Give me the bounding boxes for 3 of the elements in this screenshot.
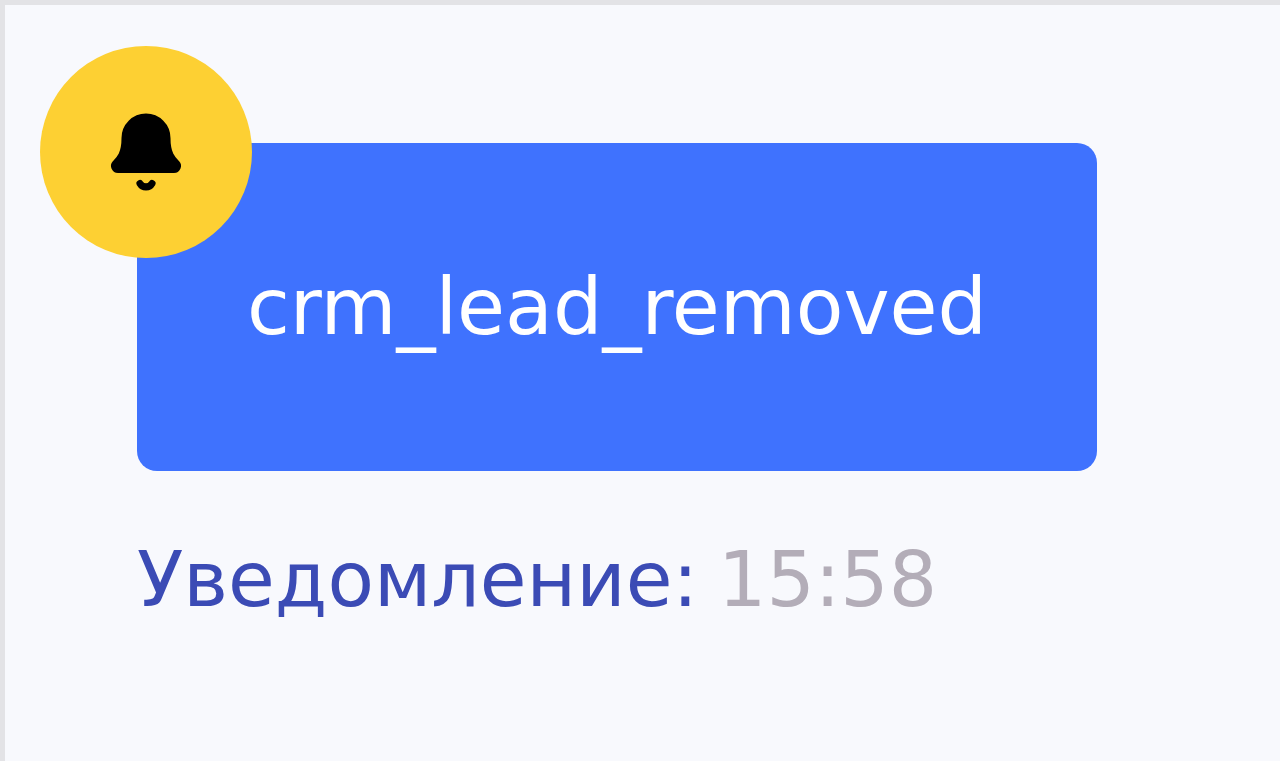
event-name: crm_lead_removed [246,260,988,355]
notification-label: Уведомление: [137,534,699,626]
notification-time: 15:58 [718,534,938,626]
